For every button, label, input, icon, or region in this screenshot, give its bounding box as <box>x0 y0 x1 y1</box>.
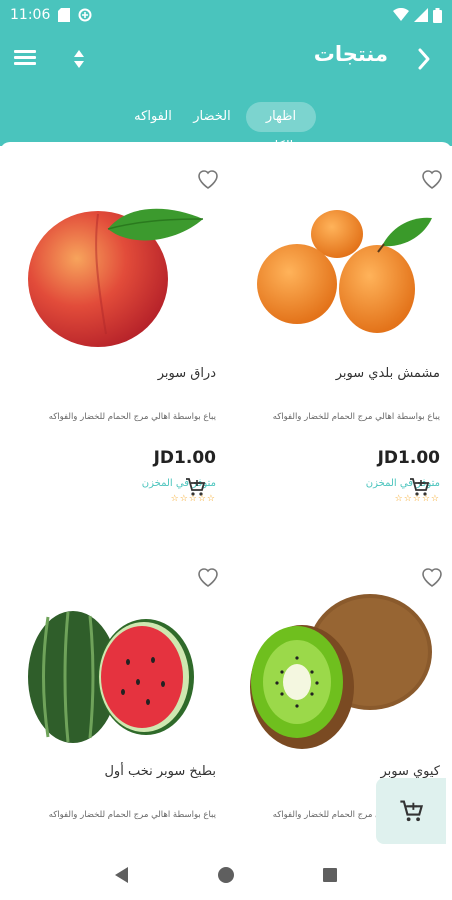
status-bar: 11:06 <box>0 0 452 30</box>
product-price: JD1.00 <box>153 448 216 468</box>
apricot-image <box>257 210 432 333</box>
status-time: 11:06 <box>10 7 51 23</box>
page-title: منتجات <box>313 42 388 66</box>
product-description: يباع بواسطة اهالي مرج الحمام للخضار والف… <box>48 810 216 820</box>
rating-stars: ☆☆☆☆☆ <box>394 494 440 504</box>
back-triangle-icon[interactable] <box>107 860 137 890</box>
filter-chip-all[interactable]: اظهار الكل <box>246 102 316 154</box>
product-card[interactable]: دراق سوبر يباع بواسطة اهالي مرج الحمام ل… <box>4 156 228 536</box>
product-name: دراق سوبر <box>157 366 216 381</box>
app-bar: منتجات <box>0 30 452 88</box>
filter-chip-vegetables[interactable]: الخضار <box>188 102 236 132</box>
signal-icon <box>414 8 428 22</box>
product-name: كيوي سوبر <box>380 764 440 779</box>
sort-icon[interactable] <box>68 46 90 72</box>
chevron-right-icon[interactable] <box>414 46 434 72</box>
rating-stars: ☆☆☆☆☆ <box>170 494 216 504</box>
battery-icon <box>433 7 442 23</box>
sd-card-icon <box>58 8 71 22</box>
filter-chip-fruits[interactable]: الفواكه <box>128 102 178 132</box>
product-description: يباع بواسطة اهالي مرج الحمام للخضار والف… <box>272 412 440 422</box>
product-card[interactable]: مشمش بلدي سوبر يباع بواسطة اهالي مرج الح… <box>228 156 452 536</box>
home-circle-icon[interactable] <box>211 860 241 890</box>
recents-square-icon[interactable] <box>315 860 345 890</box>
peach-image <box>28 208 204 347</box>
watermelon-image <box>28 611 194 743</box>
product-price: JD1.00 <box>377 448 440 468</box>
product-name: بطيخ سوبر نخب أول <box>104 764 216 779</box>
cart-plus-icon <box>400 800 424 822</box>
kiwi-image <box>250 594 432 749</box>
data-saver-icon <box>78 8 92 22</box>
system-nav-bar <box>0 850 452 900</box>
product-grid: مشمش بلدي سوبر يباع بواسطة اهالي مرج الح… <box>0 142 452 850</box>
product-name: مشمش بلدي سوبر <box>335 366 440 381</box>
wifi-icon <box>393 8 409 21</box>
filter-bar: اظهار الكل الخضار الفواكه <box>0 88 452 154</box>
product-card[interactable]: بطيخ سوبر نخب أول يباع بواسطة اهالي مرج … <box>4 554 228 850</box>
menu-icon[interactable] <box>14 47 38 71</box>
floating-cart-button[interactable] <box>376 778 446 844</box>
product-description: يباع بواسطة اهالي مرج الحمام للخضار والف… <box>48 412 216 422</box>
